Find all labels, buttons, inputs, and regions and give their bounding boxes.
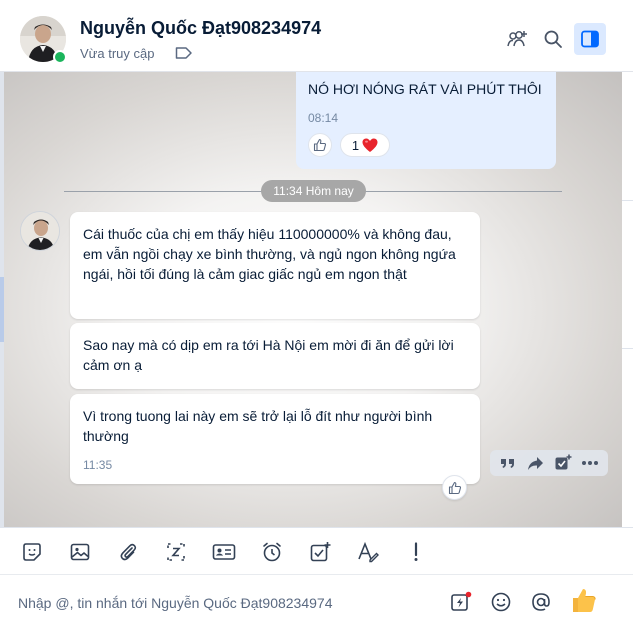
sent-message-bubble[interactable]: NÓ HƠI NÓNG RÁT VÀI PHÚT THÔI 08:14 1 [296, 72, 556, 169]
thumbs-up-icon [573, 589, 596, 612]
todo-icon [310, 542, 331, 562]
received-message-text: Sao nay mà có dịp em ra tới Hà Nội em mờ… [83, 337, 454, 373]
react-like-button[interactable] [442, 475, 467, 500]
received-message-bubble[interactable]: Sao nay mà có dịp em ra tới Hà Nội em mờ… [70, 323, 480, 389]
assign-task-button[interactable] [552, 452, 574, 474]
reminder-button[interactable] [258, 538, 286, 566]
add-member-button[interactable] [502, 23, 534, 55]
reminder-icon [263, 542, 281, 562]
contact-status: Vừa truy cập [80, 46, 155, 61]
screenshot-button[interactable] [162, 538, 190, 566]
reaction-count: 1 [351, 137, 360, 153]
more-icon [582, 461, 599, 465]
composer-toolbar [0, 527, 633, 575]
mention-button[interactable] [527, 588, 555, 616]
share-icon [527, 456, 543, 470]
sticker-icon [23, 543, 41, 561]
message-hover-actions [490, 450, 608, 476]
received-message-text: Vì trong tuong lai này em sẽ trở lại lỗ … [83, 408, 433, 444]
format-text-button[interactable] [354, 538, 382, 566]
online-status-dot [53, 50, 67, 64]
contact-name[interactable]: Nguyễn Quốc Đạt908234974 [80, 18, 321, 39]
send-like-button[interactable] [568, 584, 600, 616]
received-message-text: Cái thuốc của chị em thấy hiệu 110000000… [83, 226, 456, 282]
sidebar-toggle-icon [581, 30, 599, 48]
quick-message-icon [451, 591, 472, 611]
urgent-button[interactable] [402, 538, 430, 566]
received-message-time: 11:35 [83, 458, 113, 472]
create-todo-button[interactable] [306, 538, 334, 566]
right-panel-edge [622, 72, 633, 532]
mention-icon [532, 593, 550, 611]
thumbs-up-icon [448, 481, 461, 494]
screenshot-icon [167, 543, 185, 561]
sender-avatar[interactable] [20, 211, 60, 251]
emoji-icon [491, 592, 511, 612]
send-contact-card-button[interactable] [210, 538, 238, 566]
format-text-icon [358, 541, 379, 563]
send-image-button[interactable] [66, 538, 94, 566]
thumbs-up-icon [313, 138, 327, 152]
add-member-icon [507, 31, 527, 47]
task-icon [555, 454, 572, 470]
reaction-count-pill[interactable]: 1 [340, 133, 390, 157]
received-message-bubble[interactable]: Vì trong tuong lai này em sẽ trở lại lỗ … [70, 394, 480, 484]
search-button[interactable] [537, 23, 569, 55]
attach-file-button[interactable] [114, 538, 142, 566]
message-list[interactable]: NÓ HƠI NÓNG RÁT VÀI PHÚT THÔI 08:14 1 11… [4, 72, 622, 527]
image-icon [70, 543, 90, 561]
quote-icon [500, 459, 514, 468]
contact-card-icon [212, 544, 236, 560]
urgent-icon [414, 542, 418, 561]
sent-message-text: NÓ HƠI NÓNG RÁT VÀI PHÚT THÔI [308, 81, 542, 97]
quote-button[interactable] [497, 452, 519, 474]
sidebar-toggle-button[interactable] [574, 23, 606, 55]
tag-icon[interactable] [175, 46, 193, 60]
message-input[interactable] [18, 592, 418, 614]
search-icon [544, 30, 562, 48]
more-button[interactable] [579, 452, 601, 474]
chat-header: Nguyễn Quốc Đạt908234974 Vừa truy cập [0, 0, 633, 72]
attachment-icon [120, 543, 137, 561]
sticker-button[interactable] [18, 538, 46, 566]
react-like-button[interactable] [308, 133, 332, 157]
share-button[interactable] [524, 452, 546, 474]
emoji-button[interactable] [487, 588, 515, 616]
sent-message-time: 08:14 [308, 111, 339, 125]
message-composer [0, 575, 633, 633]
heart-icon [362, 138, 378, 152]
received-message-bubble[interactable]: Cái thuốc của chị em thấy hiệu 110000000… [70, 212, 480, 319]
quick-message-button[interactable] [447, 588, 475, 616]
date-divider: 11:34 Hôm nay [261, 180, 366, 202]
